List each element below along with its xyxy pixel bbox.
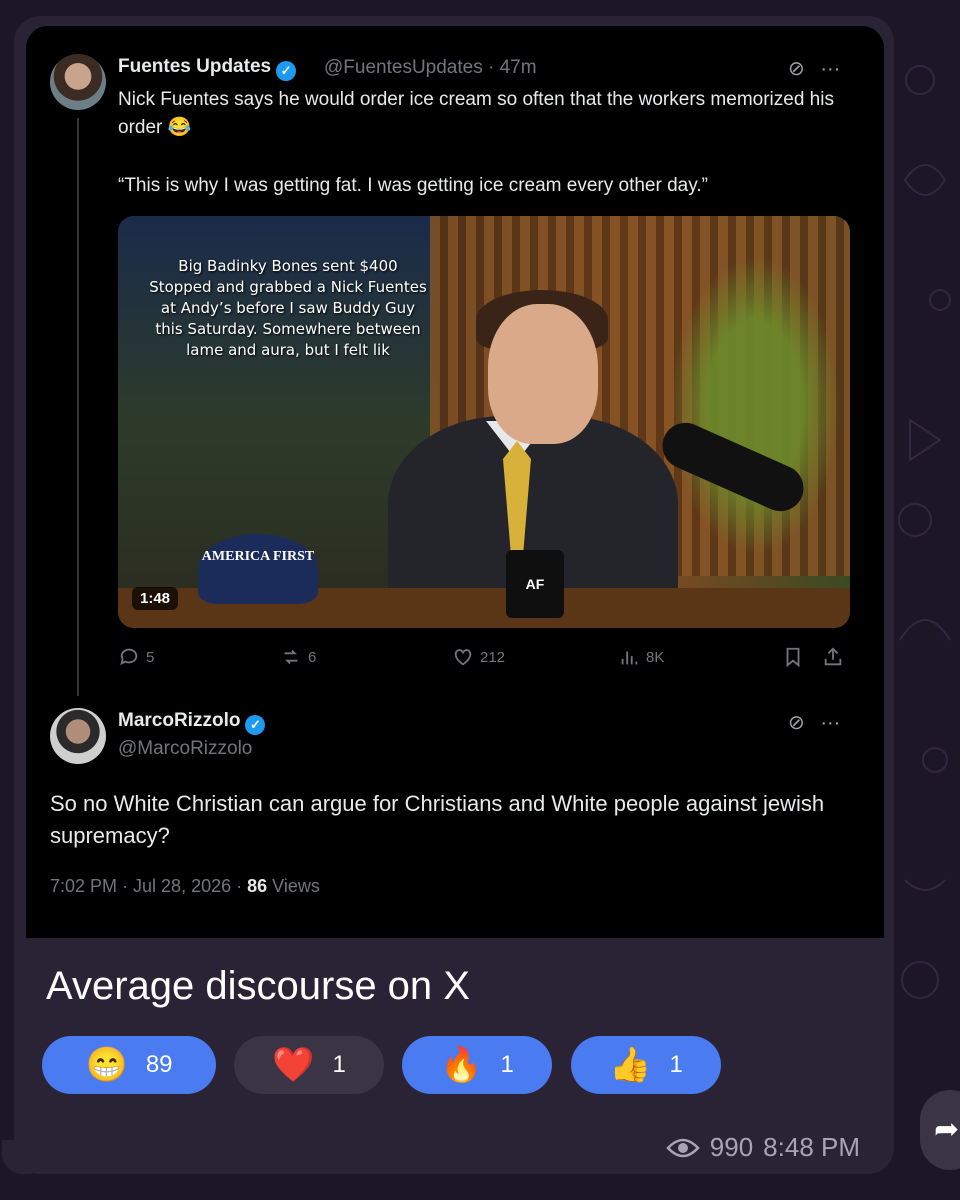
reply-meta: 7:02 PM · Jul 28, 2026 · 86 Views xyxy=(50,876,320,897)
repost-count: 6 xyxy=(308,648,317,666)
verified-icon: ✓ xyxy=(276,61,297,81)
reaction-heart[interactable]: ❤️ 1 xyxy=(234,1036,384,1094)
forward-button[interactable]: ➦ xyxy=(920,1090,960,1170)
like-button[interactable]: 212 xyxy=(452,646,505,668)
reply-views-label: Views xyxy=(272,876,320,896)
avatar[interactable] xyxy=(50,54,106,110)
views-count: 8K xyxy=(646,648,665,666)
grin-emoji-icon: 😁 xyxy=(85,1046,128,1084)
reply-author-name-text: MarcoRizzolo xyxy=(118,710,241,731)
donation-overlay-text: Big Badinky Bones sent $400 Stopped and … xyxy=(149,257,427,359)
thumbs-up-emoji-icon: 👍 xyxy=(609,1046,652,1084)
forward-icon: ➦ xyxy=(934,1113,960,1146)
tweet-actions: 5 6 212 8K xyxy=(118,646,850,676)
views-icon xyxy=(621,651,638,665)
tweet2-top-icons: ⊘ ··· xyxy=(788,710,840,735)
author-name-text: Fuentes Updates xyxy=(118,56,272,77)
share-button[interactable] xyxy=(822,646,844,668)
reaction-fire[interactable]: 🔥 1 xyxy=(402,1036,552,1094)
plant xyxy=(670,256,840,556)
tweet-quote-text: “This is why I was getting fat. I was ge… xyxy=(118,175,708,196)
reaction-count: 1 xyxy=(669,1051,683,1078)
tweet-time: · 47m xyxy=(488,57,537,78)
message-caption: Average discourse on X xyxy=(46,964,470,1008)
more-icon[interactable]: ··· xyxy=(820,712,840,734)
share-icon xyxy=(824,647,842,666)
tweet-text: Nick Fuentes says he would order ice cre… xyxy=(118,89,834,138)
repost-button[interactable]: 6 xyxy=(280,646,316,668)
grok-icon[interactable]: ⊘ xyxy=(788,712,805,734)
reaction-grin[interactable]: 😁 89 xyxy=(42,1036,216,1094)
author-handle[interactable]: @FuentesUpdates · 47m xyxy=(324,57,537,79)
reply-author-name[interactable]: MarcoRizzolo ✓ xyxy=(118,710,266,735)
video-duration: 1:48 xyxy=(132,587,179,610)
reaction-thumbs-up[interactable]: 👍 1 xyxy=(571,1036,721,1094)
tweet1-top-icons: ⊘ ··· xyxy=(788,56,840,81)
person-face xyxy=(488,304,598,444)
message-view-count: 990 xyxy=(709,1132,754,1162)
author-name[interactable]: Fuentes Updates ✓ xyxy=(118,56,297,81)
reply-views-count: 86 xyxy=(247,876,268,896)
america-first-hat: AMERICA FIRST xyxy=(198,534,318,604)
video-media[interactable]: AMERICA FIRST AF Big Badinky Bones sent … xyxy=(118,216,850,628)
bookmark-button[interactable] xyxy=(782,646,804,668)
eye-icon xyxy=(666,1138,700,1157)
like-icon xyxy=(454,649,472,666)
handle-text: @FuentesUpdates xyxy=(324,57,483,78)
heart-emoji-icon: ❤️ xyxy=(272,1046,315,1084)
reply-icon xyxy=(120,648,138,666)
reaction-count: 89 xyxy=(145,1051,173,1078)
reaction-count: 1 xyxy=(332,1051,346,1078)
tweet-screenshot: Fuentes Updates ✓ @FuentesUpdates · 47m ⊘… xyxy=(26,26,884,938)
reply-count: 5 xyxy=(146,648,155,666)
grok-icon[interactable]: ⊘ xyxy=(788,58,805,80)
verified-icon: ✓ xyxy=(245,715,266,735)
reply-avatar[interactable] xyxy=(50,708,106,764)
reaction-count: 1 xyxy=(500,1051,514,1078)
reply-timestamp: 7:02 PM · Jul 28, 2026 · xyxy=(50,876,243,896)
reply-button[interactable]: 5 xyxy=(118,646,154,668)
thread-line xyxy=(77,118,79,696)
more-icon[interactable]: ··· xyxy=(820,58,840,80)
af-mug: AF xyxy=(506,550,564,618)
message-footer: 990 8:48 PM xyxy=(666,1132,860,1163)
like-count: 212 xyxy=(480,648,506,666)
views-button[interactable]: 8K xyxy=(618,646,664,668)
message-time: 8:48 PM xyxy=(763,1132,860,1162)
bookmark-icon xyxy=(786,647,800,668)
repost-icon xyxy=(284,649,298,665)
reply-author-handle[interactable]: @MarcoRizzolo xyxy=(118,738,252,760)
reply-text: So no White Christian can argue for Chri… xyxy=(50,791,825,848)
fire-emoji-icon: 🔥 xyxy=(440,1046,483,1084)
